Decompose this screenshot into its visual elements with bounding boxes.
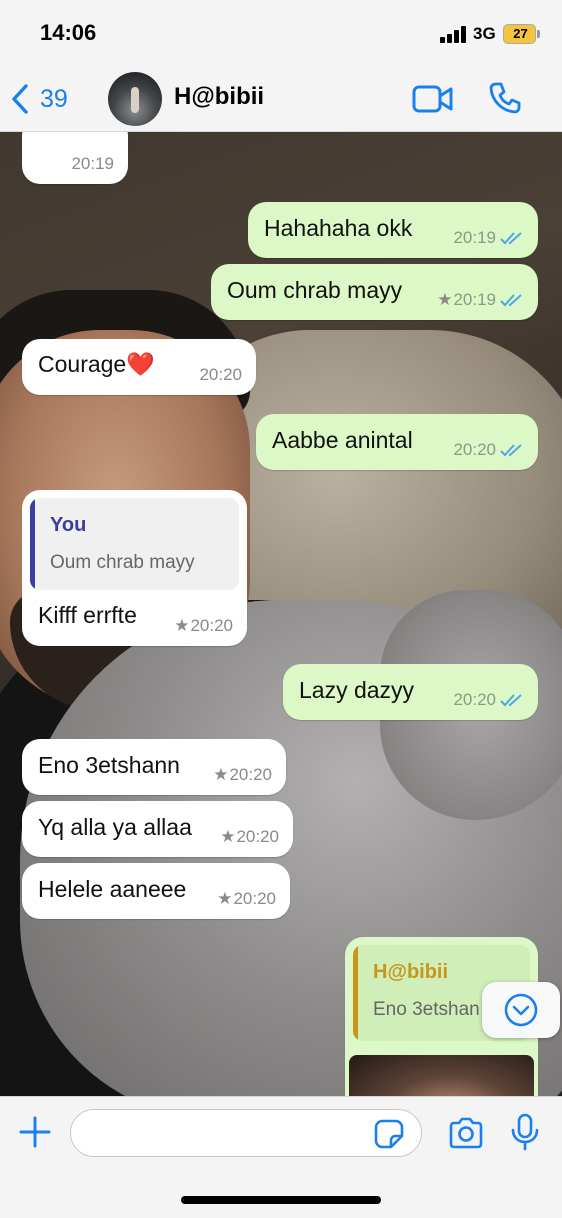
- message-text: Hahahaha okk: [264, 215, 413, 241]
- phone-icon: [489, 82, 521, 114]
- camera-icon: [449, 1117, 483, 1149]
- message-meta: ★ 20:20: [174, 616, 233, 636]
- double-check-icon: [500, 444, 522, 457]
- message-time: 20:20: [233, 889, 276, 908]
- status-bar: 14:06 3G 27: [0, 0, 562, 66]
- unread-count: 39: [40, 84, 68, 113]
- message-incoming[interactable]: Helele aaneee ★ 20:20: [22, 863, 290, 919]
- chevron-down-circle-icon: [504, 993, 538, 1027]
- message-time: 20:19: [71, 154, 114, 173]
- message-meta: ★ 20:19: [437, 290, 524, 310]
- message-text: Lazy dazyy: [299, 677, 415, 703]
- home-indicator: [181, 1196, 381, 1204]
- message-meta: 20:20: [199, 365, 242, 385]
- message-text: Kifff errfte: [38, 602, 137, 628]
- message-outgoing[interactable]: Oum chrab mayy ★ 20:19: [211, 264, 538, 320]
- message-time: 20:20: [229, 765, 272, 784]
- voice-call-button[interactable]: [488, 81, 522, 115]
- sticker-button[interactable]: [374, 1119, 404, 1149]
- double-check-icon: [500, 694, 522, 707]
- message-meta: 20:20: [453, 690, 524, 710]
- camera-button[interactable]: [448, 1117, 484, 1149]
- attach-button[interactable]: [18, 1115, 52, 1149]
- double-check-icon: [500, 294, 522, 307]
- message-outgoing[interactable]: Lazy dazyy 20:20: [283, 664, 538, 720]
- status-time: 14:06: [40, 20, 97, 45]
- sticker-icon: [374, 1119, 404, 1149]
- star-icon: ★: [174, 616, 190, 635]
- message-meta: 20:19: [453, 228, 524, 248]
- message-incoming[interactable]: Yq alla ya allaa ★ 20:20: [22, 801, 293, 857]
- message-time: 20:20: [199, 365, 242, 384]
- message-text: Eno 3etshann: [38, 752, 180, 778]
- signal-strength-icon: [440, 26, 466, 43]
- message-meta: ★ 20:20: [217, 889, 276, 909]
- message-text: Courage❤️: [38, 351, 155, 377]
- message-incoming[interactable]: Courage❤️ 20:20: [22, 339, 256, 395]
- network-type: 3G: [473, 24, 496, 43]
- quoted-message[interactable]: You Oum chrab mayy: [30, 498, 239, 590]
- message-text: Oum chrab mayy: [227, 277, 403, 303]
- message-incoming-reply[interactable]: You Oum chrab mayy Kifff errfte ★ 20:20: [22, 490, 247, 646]
- star-icon: ★: [217, 889, 233, 908]
- video-camera-icon: [412, 85, 453, 113]
- quoted-author: You: [50, 514, 87, 536]
- message-list[interactable]: 20:19 Hahahaha okk 20:19 Oum chrab mayy …: [0, 132, 562, 1096]
- message-time: 20:19: [453, 290, 496, 309]
- quoted-text: Eno 3etshan: [373, 999, 480, 1020]
- battery-icon: 27: [503, 24, 536, 44]
- message-time: 20:20: [453, 440, 496, 459]
- star-icon: ★: [220, 827, 236, 846]
- quoted-author: H@bibii: [373, 961, 449, 983]
- message-time: 20:19: [453, 228, 496, 247]
- message-time: 20:20: [453, 690, 496, 709]
- message-meta: ★ 20:20: [213, 765, 272, 785]
- message-incoming[interactable]: Eno 3etshann ★ 20:20: [22, 739, 286, 795]
- quoted-text: Oum chrab mayy: [50, 552, 195, 573]
- star-icon: ★: [213, 765, 229, 784]
- battery-level: 27: [513, 26, 528, 41]
- message-meta: ★ 20:20: [220, 827, 279, 847]
- message-text: Helele aaneee: [38, 876, 187, 902]
- back-button[interactable]: 39: [10, 80, 68, 118]
- voice-message-button[interactable]: [510, 1113, 540, 1151]
- avatar[interactable]: [108, 72, 162, 126]
- message-text: Aabbe anintal: [272, 427, 413, 453]
- message-time: 20:20: [190, 616, 233, 635]
- scroll-to-bottom-button[interactable]: [482, 982, 560, 1038]
- message-time: 20:20: [236, 827, 279, 846]
- chat-header: 39 H@bibii: [0, 66, 562, 132]
- message-incoming[interactable]: 20:19: [22, 132, 128, 184]
- message-outgoing[interactable]: Aabbe anintal 20:20: [256, 414, 538, 470]
- message-meta: 20:19: [71, 154, 114, 174]
- message-input[interactable]: [70, 1109, 422, 1157]
- star-icon: ★: [437, 290, 453, 309]
- message-meta: 20:20: [453, 440, 524, 460]
- message-text: Yq alla ya allaa: [38, 814, 192, 840]
- chevron-left-icon: [12, 84, 28, 114]
- message-outgoing[interactable]: Hahahaha okk 20:19: [248, 202, 538, 258]
- video-call-button[interactable]: [412, 84, 454, 114]
- plus-icon: [19, 1116, 51, 1148]
- microphone-icon: [511, 1113, 539, 1151]
- contact-name[interactable]: H@bibii: [174, 83, 264, 111]
- image-attachment[interactable]: [349, 1055, 534, 1096]
- double-check-icon: [500, 232, 522, 245]
